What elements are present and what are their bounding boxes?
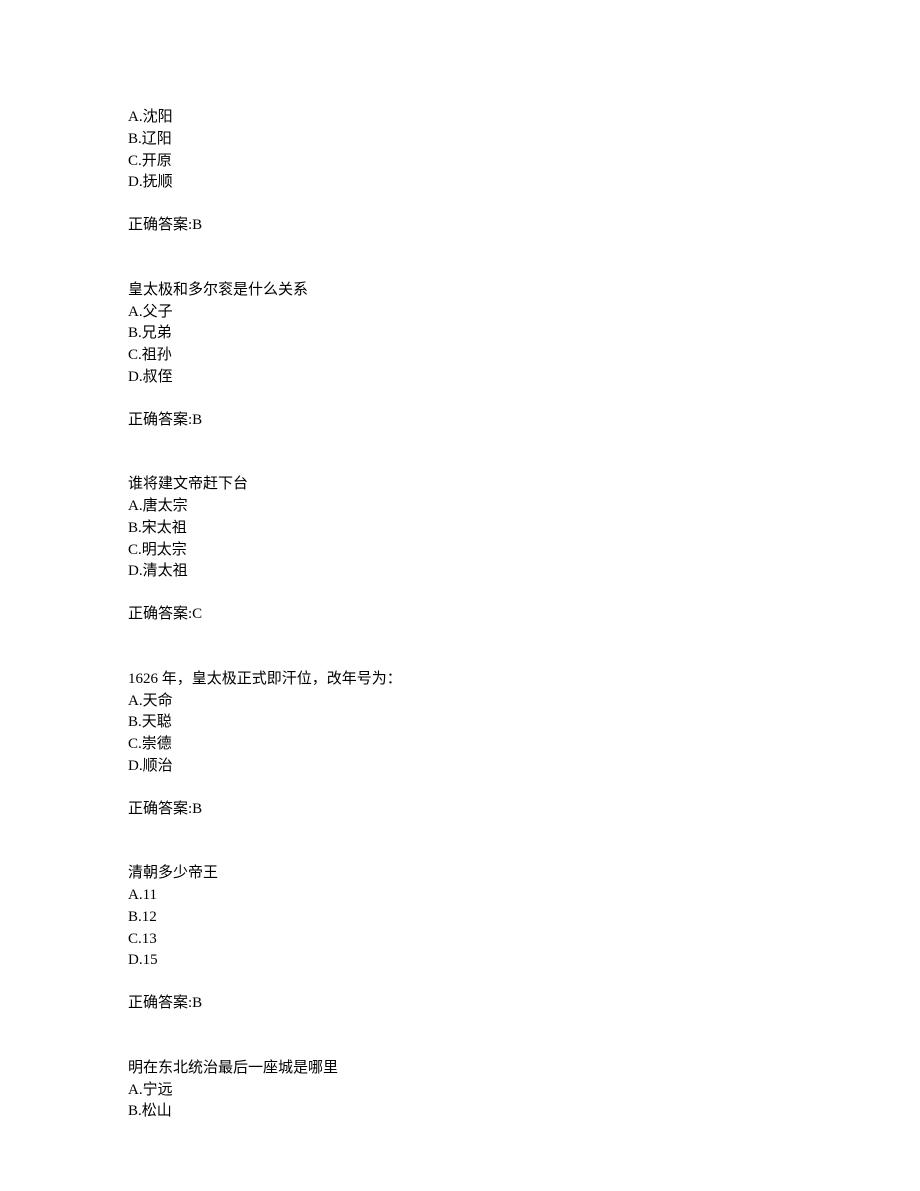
correct-answer: 正确答案:B: [128, 410, 920, 432]
question-block-6: 明在东北统治最后一座城是哪里 A.宁远 B.松山: [128, 1058, 920, 1123]
option-d: D.叔侄: [128, 367, 920, 389]
option-b: B.天聪: [128, 712, 920, 734]
correct-answer: 正确答案:B: [128, 799, 920, 821]
option-d: D.顺治: [128, 756, 920, 778]
question-text: 明在东北统治最后一座城是哪里: [128, 1058, 920, 1080]
option-d: D.抚顺: [128, 172, 920, 194]
option-c: C.开原: [128, 151, 920, 173]
option-a: A.天命: [128, 691, 920, 713]
option-b: B.松山: [128, 1101, 920, 1123]
option-c: C.明太宗: [128, 540, 920, 562]
option-c: C.13: [128, 929, 920, 951]
question-text: 皇太极和多尔衮是什么关系: [128, 280, 920, 302]
option-a: A.父子: [128, 302, 920, 324]
option-a: A.宁远: [128, 1080, 920, 1102]
correct-answer: 正确答案:C: [128, 604, 920, 626]
question-block-1: A.沈阳 B.辽阳 C.开原 D.抚顺 正确答案:B: [128, 107, 920, 237]
question-block-5: 清朝多少帝王 A.11 B.12 C.13 D.15 正确答案:B: [128, 863, 920, 1015]
option-b: B.12: [128, 907, 920, 929]
correct-answer: 正确答案:B: [128, 215, 920, 237]
question-block-2: 皇太极和多尔衮是什么关系 A.父子 B.兄弟 C.祖孙 D.叔侄 正确答案:B: [128, 280, 920, 432]
option-d: D.清太祖: [128, 561, 920, 583]
option-b: B.宋太祖: [128, 518, 920, 540]
option-b: B.辽阳: [128, 129, 920, 151]
question-block-3: 谁将建文帝赶下台 A.唐太宗 B.宋太祖 C.明太宗 D.清太祖 正确答案:C: [128, 474, 920, 626]
option-a: A.沈阳: [128, 107, 920, 129]
option-a: A.11: [128, 885, 920, 907]
question-text: 清朝多少帝王: [128, 863, 920, 885]
question-text: 1626 年，皇太极正式即汗位，改年号为：: [128, 669, 920, 691]
option-c: C.祖孙: [128, 345, 920, 367]
question-text: 谁将建文帝赶下台: [128, 474, 920, 496]
option-c: C.崇德: [128, 734, 920, 756]
option-d: D.15: [128, 950, 920, 972]
correct-answer: 正确答案:B: [128, 993, 920, 1015]
option-b: B.兄弟: [128, 323, 920, 345]
option-a: A.唐太宗: [128, 496, 920, 518]
question-block-4: 1626 年，皇太极正式即汗位，改年号为： A.天命 B.天聪 C.崇德 D.顺…: [128, 669, 920, 821]
